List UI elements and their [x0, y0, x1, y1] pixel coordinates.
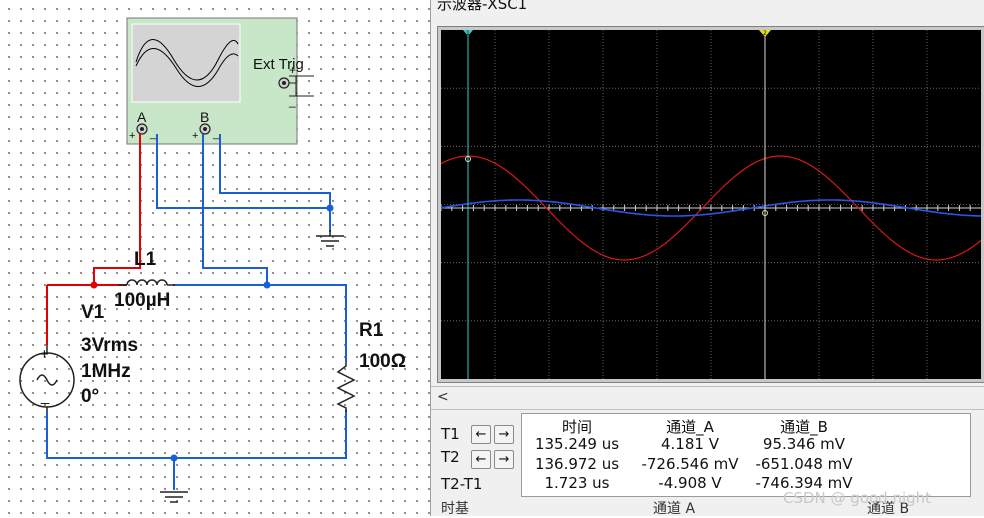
circuit-diagram	[19, 17, 356, 503]
channel-b-label: B	[200, 109, 210, 125]
t2-t1-channel-a: -4.908 V	[658, 474, 722, 492]
wire-channel-a-ground[interactable]	[156, 162, 330, 209]
source-voltage: 3Vrms	[81, 335, 139, 356]
resistor-r1-icon[interactable]	[336, 362, 356, 412]
column-header-channel-a: 通道_A	[666, 418, 714, 436]
column-header-channel-b: 通道_B	[780, 418, 828, 436]
scope-scrollbar[interactable]: <	[431, 386, 984, 410]
row-label-t2: T2	[441, 448, 460, 466]
t2-left-button[interactable]: ←	[471, 450, 491, 469]
row-label-t1: T1	[441, 425, 460, 443]
source-name: V1	[81, 302, 105, 323]
channel-a-label: A	[137, 109, 147, 125]
scope-screen[interactable]: 1 2	[441, 30, 981, 379]
inductor-name: L1	[134, 249, 157, 270]
cursor-2-number: 2	[763, 30, 767, 37]
source-phase: 0°	[81, 386, 100, 407]
window-title: 示波器-XSC1	[437, 0, 528, 13]
wire-channel-b[interactable]	[202, 162, 268, 285]
cursor-1-number: 1	[466, 30, 470, 37]
t2-time: 136.972 us	[534, 455, 620, 473]
timebase-label: 时基	[441, 501, 469, 517]
t1-left-button[interactable]: ←	[471, 425, 491, 444]
ext-trig-label: Ext Trig	[253, 56, 304, 73]
watermark: CSDN @ 𝗀𝗈𝗈𝖽 𝗇𝗂𝗀𝗁𝗍	[783, 489, 932, 507]
t2-right-button[interactable]: →	[494, 450, 514, 469]
measurement-readout: 时间 通道_A 通道_B 135.249 us 4.181 V 95.346 m…	[521, 413, 971, 497]
schematic-canvas[interactable]: Ext Trig + _ A B + _ + _ L1 100µH V1 3Vr…	[0, 0, 430, 516]
t1-channel-b: 95.346 mV	[762, 435, 846, 453]
resistor-value: 100Ω	[359, 351, 406, 372]
scope-symbol-screen	[131, 23, 241, 103]
t2-t1-time: 1.723 us	[544, 474, 610, 492]
source-frequency: 1MHz	[81, 361, 131, 382]
channel-a-plus: +	[129, 130, 136, 142]
scope-screen-frame: 1 2	[437, 26, 984, 383]
ground-icon	[316, 230, 344, 247]
source-plus: +	[40, 346, 49, 363]
oscilloscope-window[interactable]: 示波器-XSC1 1 2 < T1 ← → T2 ← → T2-T1 时间 通道…	[430, 0, 984, 517]
inductor-l1-icon[interactable]	[118, 279, 175, 286]
t1-right-button[interactable]: →	[494, 425, 514, 444]
inductor-value: 100µH	[114, 290, 171, 311]
channel-b-plus: +	[192, 130, 199, 142]
ext-trig-minus: _	[289, 94, 296, 108]
ground-icon	[160, 491, 188, 503]
ext-trig-plus: +	[289, 63, 297, 77]
resistor-name: R1	[359, 320, 384, 341]
channel-a-settings-label: 通道 A	[653, 501, 696, 517]
row-label-t2-t1: T2-T1	[441, 475, 483, 493]
scroll-left-arrow[interactable]: <	[437, 389, 449, 405]
t1-time: 135.249 us	[534, 435, 620, 453]
channel-b-minus: _	[213, 128, 220, 140]
column-header-time: 时间	[561, 418, 592, 436]
channel-a-minus: _	[150, 128, 157, 140]
t1-channel-a: 4.181 V	[661, 435, 719, 453]
wire-channel-b-ground[interactable]	[219, 162, 331, 232]
t2-channel-a: -726.546 mV	[641, 455, 739, 473]
t2-channel-b: -651.048 mV	[755, 455, 853, 473]
junction-node	[90, 281, 98, 289]
source-minus: _	[41, 388, 50, 405]
